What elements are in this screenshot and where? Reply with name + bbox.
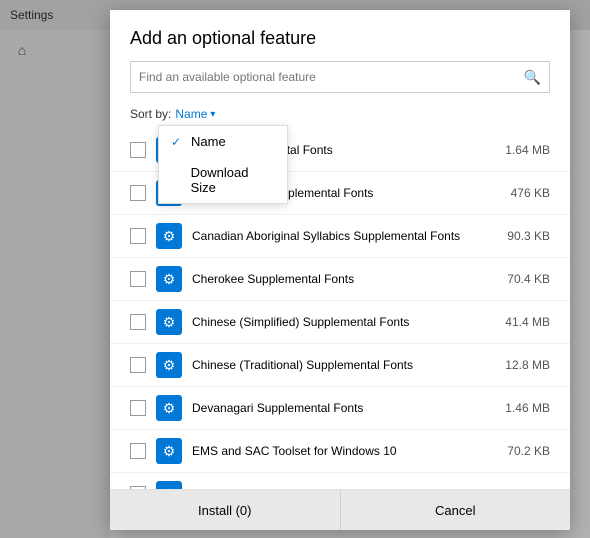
feature-icon: ⚙	[156, 395, 182, 421]
feature-name: Chinese (Simplified) Supplemental Fonts	[192, 315, 490, 329]
feature-size: 90.3 KB	[490, 229, 550, 243]
feature-icon: ⚙	[156, 309, 182, 335]
sort-menu: ✓ Name Download Size	[158, 125, 288, 204]
table-row: ⚙ Devanagari Supplemental Fonts 1.46 MB	[110, 387, 570, 430]
table-row: ⚙ Canadian Aboriginal Syllabics Suppleme…	[110, 215, 570, 258]
chevron-down-icon: ▾	[210, 109, 215, 120]
feature-icon: ⚙	[156, 352, 182, 378]
feature-checkbox[interactable]	[130, 314, 146, 330]
feature-name: Canadian Aboriginal Syllabics Supplement…	[192, 229, 490, 243]
feature-checkbox[interactable]	[130, 185, 146, 201]
feature-checkbox[interactable]	[130, 443, 146, 459]
install-button[interactable]: Install (0)	[110, 490, 341, 530]
modal-sort-dropdown[interactable]: Name ▾	[175, 107, 215, 121]
gear-icon: ⚙	[163, 400, 176, 417]
feature-name: EMS and SAC Toolset for Windows 10	[192, 444, 490, 458]
checkmark-icon: ✓	[171, 135, 185, 149]
feature-size: 12.8 MB	[490, 358, 550, 372]
feature-checkbox[interactable]	[130, 228, 146, 244]
sort-menu-name-label: Name	[191, 134, 226, 149]
table-row: ⚙ Chinese (Traditional) Supplemental Fon…	[110, 344, 570, 387]
feature-size: 70.4 KB	[490, 272, 550, 286]
gear-icon: ⚙	[163, 357, 176, 374]
table-row: ⚙ Cherokee Supplemental Fonts 70.4 KB	[110, 258, 570, 301]
feature-icon: ⚙	[156, 223, 182, 249]
modal-title: Add an optional feature	[110, 10, 570, 61]
modal-sort-bar: Sort by: Name ▾ ✓ Name Download Size	[110, 103, 570, 121]
table-row: ⚙ Chinese (Simplified) Supplemental Font…	[110, 301, 570, 344]
gear-icon: ⚙	[163, 271, 176, 288]
modal-search-input[interactable]	[139, 70, 524, 84]
feature-size: 70.2 KB	[490, 444, 550, 458]
table-row: ⚙ EMS and SAC Toolset for Windows 10 70.…	[110, 430, 570, 473]
feature-icon: ⚙	[156, 438, 182, 464]
feature-size: 1.64 MB	[490, 143, 550, 157]
modal-search-bar[interactable]: 🔍	[130, 61, 550, 93]
cancel-button[interactable]: Cancel	[341, 490, 571, 530]
add-optional-feature-modal: Add an optional feature 🔍 Sort by: Name …	[110, 10, 570, 530]
feature-icon: ⚙	[156, 266, 182, 292]
gear-icon: ⚙	[163, 228, 176, 245]
feature-icon: ⚙	[156, 481, 182, 489]
feature-name: Devanagari Supplemental Fonts	[192, 401, 490, 415]
sort-menu-item-name[interactable]: ✓ Name	[159, 126, 287, 157]
sort-menu-item-download-size[interactable]: Download Size	[159, 157, 287, 203]
feature-name: Cherokee Supplemental Fonts	[192, 272, 490, 286]
feature-name: Chinese (Traditional) Supplemental Fonts	[192, 358, 490, 372]
feature-size: 1.46 MB	[490, 401, 550, 415]
gear-icon: ⚙	[163, 314, 176, 331]
feature-checkbox[interactable]	[130, 357, 146, 373]
feature-checkbox[interactable]	[130, 400, 146, 416]
feature-size: 41.4 MB	[490, 315, 550, 329]
feature-size: 476 KB	[490, 186, 550, 200]
search-icon: 🔍	[524, 69, 541, 86]
feature-checkbox[interactable]	[130, 142, 146, 158]
table-row: ⚙ Ethiopic Supplemental Fonts 188 KB	[110, 473, 570, 489]
gear-icon: ⚙	[163, 443, 176, 460]
modal-footer: Install (0) Cancel	[110, 489, 570, 530]
sort-menu-download-label: Download Size	[191, 165, 275, 195]
feature-checkbox[interactable]	[130, 271, 146, 287]
